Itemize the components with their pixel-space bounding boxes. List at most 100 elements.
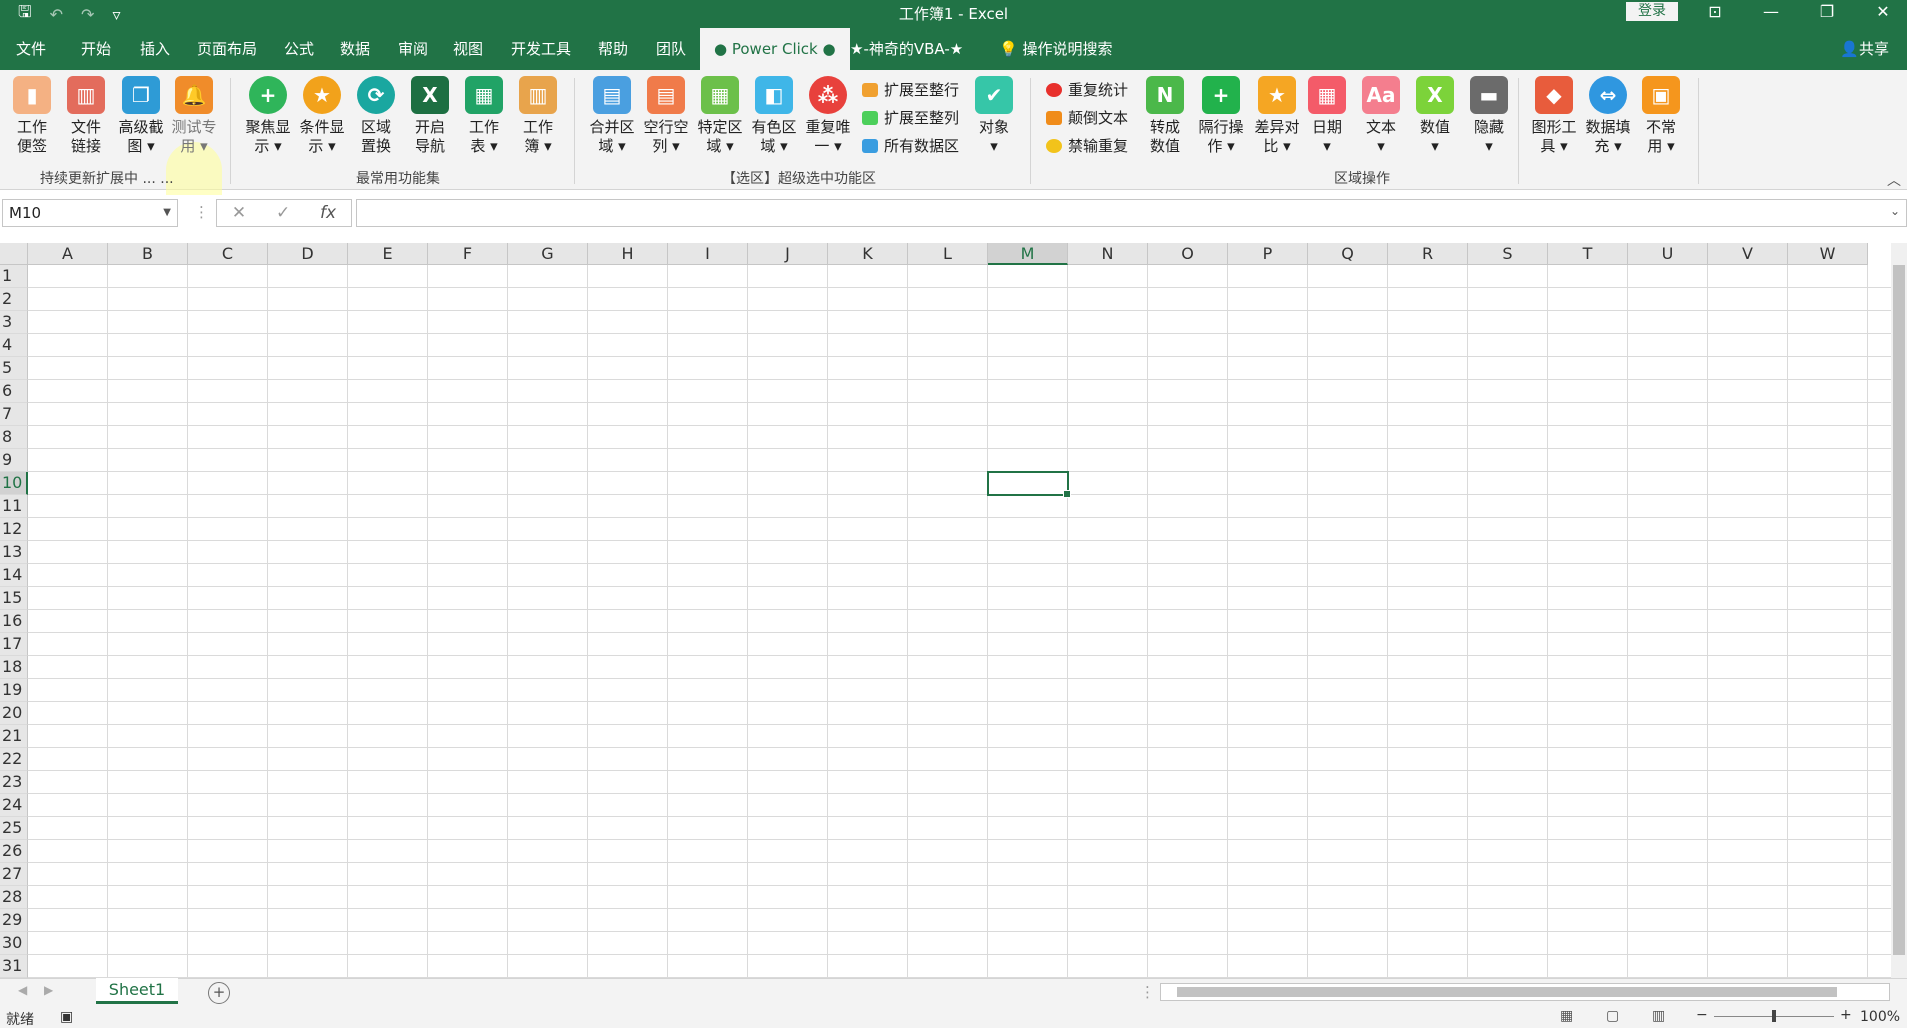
tab-home[interactable]: 开始: [67, 28, 125, 70]
formula-input[interactable]: ⌄: [356, 199, 1907, 227]
column-header[interactable]: T: [1548, 243, 1628, 265]
shape-tools-button[interactable]: ◆ 图形工 具 ▾: [1526, 76, 1582, 156]
share-button[interactable]: 👤共享: [1840, 28, 1889, 70]
column-header[interactable]: U: [1628, 243, 1708, 265]
scroll-thumb[interactable]: [1893, 265, 1905, 955]
more-options-icon[interactable]: ⋮: [194, 203, 209, 221]
forbid-duplicate-button[interactable]: 禁输重复: [1046, 135, 1128, 156]
tab-file[interactable]: 文件: [2, 28, 60, 70]
sheet-tab-sheet1[interactable]: Sheet1: [96, 978, 178, 1004]
focus-display-button[interactable]: + 聚焦显 示 ▾: [242, 76, 294, 156]
test-button[interactable]: 🔔 测试专 用 ▾: [168, 76, 220, 156]
number-button[interactable]: X 数值 ▾: [1412, 76, 1458, 156]
row-header[interactable]: 8: [0, 426, 28, 449]
page-layout-view-icon[interactable]: ▢: [1606, 1008, 1619, 1024]
alternate-row-button[interactable]: + 隔行操 作 ▾: [1192, 76, 1250, 156]
expand-formula-icon[interactable]: ⌄: [1890, 204, 1900, 218]
row-header[interactable]: 18: [0, 656, 28, 679]
tab-data[interactable]: 数据: [326, 28, 384, 70]
row-header[interactable]: 24: [0, 794, 28, 817]
column-header[interactable]: V: [1708, 243, 1788, 265]
column-header[interactable]: I: [668, 243, 748, 265]
active-cell[interactable]: [987, 471, 1071, 498]
row-header[interactable]: 23: [0, 771, 28, 794]
object-button[interactable]: ✔ 对象 ▾: [968, 76, 1020, 156]
row-header[interactable]: 22: [0, 748, 28, 771]
file-link-button[interactable]: ▥ 文件 链接: [62, 76, 110, 156]
column-header[interactable]: R: [1388, 243, 1468, 265]
column-header[interactable]: A: [28, 243, 108, 265]
data-fill-button[interactable]: ⇔ 数据填 充 ▾: [1580, 76, 1636, 156]
next-sheet-icon[interactable]: ▶: [44, 983, 53, 997]
row-header[interactable]: 6: [0, 380, 28, 403]
screenshot-button[interactable]: ❐ 高级截 图 ▾: [114, 76, 168, 156]
tab-view[interactable]: 视图: [439, 28, 497, 70]
zoom-out-icon[interactable]: −: [1696, 1007, 1708, 1023]
prev-sheet-icon[interactable]: ◀: [18, 983, 27, 997]
vertical-scrollbar[interactable]: [1891, 243, 1907, 978]
extend-column-button[interactable]: 扩展至整列: [862, 107, 959, 128]
splitter-handle[interactable]: ⋮: [1140, 983, 1155, 1001]
specific-range-button[interactable]: ▦ 特定区 域 ▾: [692, 76, 748, 156]
empty-rows-cols-button[interactable]: ▤ 空行空 列 ▾: [638, 76, 694, 156]
column-header[interactable]: B: [108, 243, 188, 265]
work-note-button[interactable]: ▮ 工作 便签: [8, 76, 56, 156]
date-button[interactable]: ▦ 日期 ▾: [1304, 76, 1350, 156]
row-header[interactable]: 17: [0, 633, 28, 656]
row-header[interactable]: 29: [0, 909, 28, 932]
row-header[interactable]: 27: [0, 863, 28, 886]
text-button[interactable]: Aa 文本 ▾: [1358, 76, 1404, 156]
colored-range-button[interactable]: ◧ 有色区 域 ▾: [746, 76, 802, 156]
name-box[interactable]: M10 ▼: [2, 199, 178, 227]
row-header[interactable]: 7: [0, 403, 28, 426]
row-header[interactable]: 25: [0, 817, 28, 840]
column-header[interactable]: M: [988, 243, 1068, 265]
column-header[interactable]: Q: [1308, 243, 1388, 265]
column-header[interactable]: O: [1148, 243, 1228, 265]
duplicate-count-button[interactable]: 重复统计: [1046, 79, 1128, 100]
worksheet-button[interactable]: ▦ 工作 表 ▾: [458, 76, 510, 156]
column-header[interactable]: W: [1788, 243, 1868, 265]
tab-review[interactable]: 审阅: [384, 28, 442, 70]
row-header[interactable]: 4: [0, 334, 28, 357]
column-header[interactable]: C: [188, 243, 268, 265]
select-all-corner[interactable]: [0, 243, 28, 265]
horizontal-scrollbar[interactable]: [1160, 983, 1890, 1001]
range-swap-button[interactable]: ⟳ 区域 置换: [350, 76, 402, 156]
column-header[interactable]: L: [908, 243, 988, 265]
enter-icon[interactable]: ✓: [276, 203, 290, 223]
column-header[interactable]: S: [1468, 243, 1548, 265]
row-header[interactable]: 11: [0, 495, 28, 518]
row-header[interactable]: 14: [0, 564, 28, 587]
column-header[interactable]: D: [268, 243, 348, 265]
workbook-button[interactable]: ▥ 工作 簿 ▾: [512, 76, 564, 156]
macro-record-icon[interactable]: ▣: [60, 1009, 73, 1025]
row-header[interactable]: 20: [0, 702, 28, 725]
page-break-view-icon[interactable]: ▥: [1652, 1008, 1665, 1024]
condition-display-button[interactable]: ★ 条件显 示 ▾: [296, 76, 348, 156]
diff-compare-button[interactable]: ★ 差异对 比 ▾: [1248, 76, 1306, 156]
normal-view-icon[interactable]: ▦: [1560, 1008, 1573, 1024]
zoom-handle[interactable]: [1772, 1010, 1776, 1022]
column-header[interactable]: F: [428, 243, 508, 265]
row-header[interactable]: 30: [0, 932, 28, 955]
tab-power-click[interactable]: ● Power Click ●: [700, 28, 850, 70]
column-header[interactable]: N: [1068, 243, 1148, 265]
ribbon-display-icon[interactable]: ⊡: [1692, 0, 1738, 26]
uncommon-button[interactable]: ▣ 不常 用 ▾: [1636, 76, 1686, 156]
row-header[interactable]: 10: [0, 472, 28, 495]
scroll-thumb[interactable]: [1177, 987, 1837, 997]
column-header[interactable]: E: [348, 243, 428, 265]
row-header[interactable]: 3: [0, 311, 28, 334]
minimize-button[interactable]: —: [1748, 0, 1794, 26]
function-icon[interactable]: fx: [320, 203, 336, 223]
tab-page-layout[interactable]: 页面布局: [183, 28, 271, 70]
all-data-range-button[interactable]: 所有数据区: [862, 135, 959, 156]
tab-developer[interactable]: 开发工具: [497, 28, 585, 70]
tab-insert[interactable]: 插入: [126, 28, 184, 70]
tab-search[interactable]: 💡 操作说明搜索: [985, 28, 1126, 70]
column-header[interactable]: G: [508, 243, 588, 265]
merge-range-button[interactable]: ▤ 合并区 域 ▾: [584, 76, 640, 156]
zoom-in-icon[interactable]: +: [1840, 1007, 1852, 1023]
duplicate-unique-button[interactable]: ⁂ 重复唯 一 ▾: [800, 76, 856, 156]
